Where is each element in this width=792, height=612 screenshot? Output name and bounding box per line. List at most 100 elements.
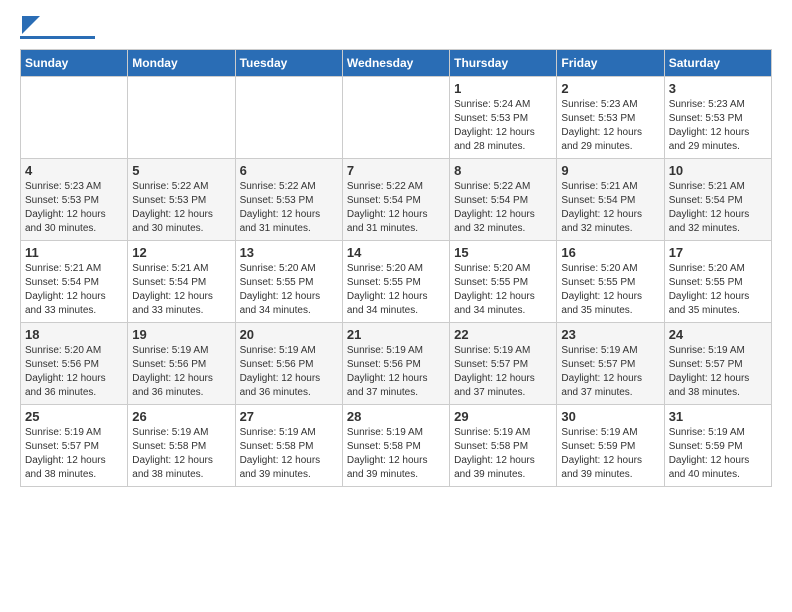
- day-number: 19: [132, 327, 230, 342]
- calendar-cell: 26 Sunrise: 5:19 AM Sunset: 5:58 PM Dayli…: [128, 405, 235, 487]
- calendar-cell: 29 Sunrise: 5:19 AM Sunset: 5:58 PM Dayli…: [450, 405, 557, 487]
- day-info: Sunrise: 5:20 AM Sunset: 5:55 PM Dayligh…: [561, 262, 659, 318]
- day-number: 4: [25, 163, 123, 178]
- day-number: 11: [25, 245, 123, 260]
- calendar-cell: 4 Sunrise: 5:23 AM Sunset: 5:53 PM Daylig…: [21, 159, 128, 241]
- weekday-header-wednesday: Wednesday: [342, 50, 449, 77]
- calendar-cell: 12Sunrise: 5:21 AM Sunset: 5:54 PM Dayli…: [128, 241, 235, 323]
- calendar-cell: 11Sunrise: 5:21 AM Sunset: 5:54 PM Dayli…: [21, 241, 128, 323]
- day-info: Sunrise: 5:21 AM Sunset: 5:54 PM Dayligh…: [669, 180, 767, 236]
- day-info: Sunrise: 5:19 AM Sunset: 5:58 PM Dayligh…: [132, 426, 230, 482]
- day-number: 24: [669, 327, 767, 342]
- calendar-cell: 27 Sunrise: 5:19 AM Sunset: 5:58 PM Dayli…: [235, 405, 342, 487]
- page-header: [20, 20, 772, 39]
- day-info: Sunrise: 5:23 AM Sunset: 5:53 PM Dayligh…: [25, 180, 123, 236]
- weekday-header-thursday: Thursday: [450, 50, 557, 77]
- day-info: Sunrise: 5:21 AM Sunset: 5:54 PM Dayligh…: [561, 180, 659, 236]
- calendar-cell: 3 Sunrise: 5:23 AM Sunset: 5:53 PM Daylig…: [664, 77, 771, 159]
- day-number: 23: [561, 327, 659, 342]
- day-number: 29: [454, 409, 552, 424]
- day-info: Sunrise: 5:19 AM Sunset: 5:59 PM Dayligh…: [561, 426, 659, 482]
- day-number: 7: [347, 163, 445, 178]
- day-number: 5: [132, 163, 230, 178]
- day-info: Sunrise: 5:19 AM Sunset: 5:57 PM Dayligh…: [561, 344, 659, 400]
- day-number: 2: [561, 81, 659, 96]
- day-info: Sunrise: 5:21 AM Sunset: 5:54 PM Dayligh…: [132, 262, 230, 318]
- weekday-header-sunday: Sunday: [21, 50, 128, 77]
- day-info: Sunrise: 5:19 AM Sunset: 5:57 PM Dayligh…: [454, 344, 552, 400]
- calendar-cell: 16 Sunrise: 5:20 AM Sunset: 5:55 PM Dayli…: [557, 241, 664, 323]
- day-number: 16: [561, 245, 659, 260]
- calendar-table: SundayMondayTuesdayWednesdayThursdayFrid…: [20, 49, 772, 487]
- calendar-cell: 13 Sunrise: 5:20 AM Sunset: 5:55 PM Dayli…: [235, 241, 342, 323]
- calendar-cell: 21 Sunrise: 5:19 AM Sunset: 5:56 PM Dayli…: [342, 323, 449, 405]
- day-number: 15: [454, 245, 552, 260]
- day-number: 18: [25, 327, 123, 342]
- day-info: Sunrise: 5:19 AM Sunset: 5:57 PM Dayligh…: [669, 344, 767, 400]
- day-info: Sunrise: 5:19 AM Sunset: 5:58 PM Dayligh…: [240, 426, 338, 482]
- day-number: 14: [347, 245, 445, 260]
- day-info: Sunrise: 5:20 AM Sunset: 5:56 PM Dayligh…: [25, 344, 123, 400]
- calendar-cell: 17 Sunrise: 5:20 AM Sunset: 5:55 PM Dayli…: [664, 241, 771, 323]
- calendar-cell: 10 Sunrise: 5:21 AM Sunset: 5:54 PM Dayli…: [664, 159, 771, 241]
- calendar-cell: 23 Sunrise: 5:19 AM Sunset: 5:57 PM Dayli…: [557, 323, 664, 405]
- day-info: Sunrise: 5:23 AM Sunset: 5:53 PM Dayligh…: [669, 98, 767, 154]
- calendar-cell: 20 Sunrise: 5:19 AM Sunset: 5:56 PM Dayli…: [235, 323, 342, 405]
- day-number: 6: [240, 163, 338, 178]
- weekday-header-saturday: Saturday: [664, 50, 771, 77]
- calendar-cell: 5 Sunrise: 5:22 AM Sunset: 5:53 PM Daylig…: [128, 159, 235, 241]
- weekday-header-tuesday: Tuesday: [235, 50, 342, 77]
- calendar-cell: 31 Sunrise: 5:19 AM Sunset: 5:59 PM Dayli…: [664, 405, 771, 487]
- calendar-cell: [128, 77, 235, 159]
- day-number: 26: [132, 409, 230, 424]
- calendar-cell: 24 Sunrise: 5:19 AM Sunset: 5:57 PM Dayli…: [664, 323, 771, 405]
- day-info: Sunrise: 5:19 AM Sunset: 5:56 PM Dayligh…: [347, 344, 445, 400]
- day-info: Sunrise: 5:22 AM Sunset: 5:53 PM Dayligh…: [132, 180, 230, 236]
- calendar-cell: 1 Sunrise: 5:24 AM Sunset: 5:53 PM Daylig…: [450, 77, 557, 159]
- day-number: 1: [454, 81, 552, 96]
- day-number: 20: [240, 327, 338, 342]
- logo: [20, 20, 95, 39]
- day-info: Sunrise: 5:20 AM Sunset: 5:55 PM Dayligh…: [347, 262, 445, 318]
- calendar-cell: 15 Sunrise: 5:20 AM Sunset: 5:55 PM Dayli…: [450, 241, 557, 323]
- weekday-header-monday: Monday: [128, 50, 235, 77]
- day-info: Sunrise: 5:20 AM Sunset: 5:55 PM Dayligh…: [669, 262, 767, 318]
- day-number: 8: [454, 163, 552, 178]
- day-number: 28: [347, 409, 445, 424]
- calendar-cell: 28 Sunrise: 5:19 AM Sunset: 5:58 PM Dayli…: [342, 405, 449, 487]
- day-number: 21: [347, 327, 445, 342]
- calendar-cell: 6 Sunrise: 5:22 AM Sunset: 5:53 PM Daylig…: [235, 159, 342, 241]
- day-info: Sunrise: 5:19 AM Sunset: 5:56 PM Dayligh…: [132, 344, 230, 400]
- day-number: 30: [561, 409, 659, 424]
- day-number: 31: [669, 409, 767, 424]
- day-info: Sunrise: 5:24 AM Sunset: 5:53 PM Dayligh…: [454, 98, 552, 154]
- day-number: 3: [669, 81, 767, 96]
- day-info: Sunrise: 5:20 AM Sunset: 5:55 PM Dayligh…: [454, 262, 552, 318]
- calendar-cell: 7Sunrise: 5:22 AM Sunset: 5:54 PM Daylig…: [342, 159, 449, 241]
- calendar-cell: 9 Sunrise: 5:21 AM Sunset: 5:54 PM Daylig…: [557, 159, 664, 241]
- day-info: Sunrise: 5:19 AM Sunset: 5:58 PM Dayligh…: [454, 426, 552, 482]
- day-info: Sunrise: 5:20 AM Sunset: 5:55 PM Dayligh…: [240, 262, 338, 318]
- day-info: Sunrise: 5:19 AM Sunset: 5:58 PM Dayligh…: [347, 426, 445, 482]
- day-info: Sunrise: 5:19 AM Sunset: 5:59 PM Dayligh…: [669, 426, 767, 482]
- day-number: 22: [454, 327, 552, 342]
- calendar-cell: 25Sunrise: 5:19 AM Sunset: 5:57 PM Dayli…: [21, 405, 128, 487]
- day-number: 10: [669, 163, 767, 178]
- calendar-cell: 30 Sunrise: 5:19 AM Sunset: 5:59 PM Dayli…: [557, 405, 664, 487]
- day-number: 17: [669, 245, 767, 260]
- day-number: 13: [240, 245, 338, 260]
- day-info: Sunrise: 5:19 AM Sunset: 5:56 PM Dayligh…: [240, 344, 338, 400]
- weekday-header-friday: Friday: [557, 50, 664, 77]
- calendar-cell: [235, 77, 342, 159]
- day-info: Sunrise: 5:23 AM Sunset: 5:53 PM Dayligh…: [561, 98, 659, 154]
- calendar-cell: 2 Sunrise: 5:23 AM Sunset: 5:53 PM Daylig…: [557, 77, 664, 159]
- day-info: Sunrise: 5:19 AM Sunset: 5:57 PM Dayligh…: [25, 426, 123, 482]
- day-number: 27: [240, 409, 338, 424]
- calendar-header: SundayMondayTuesdayWednesdayThursdayFrid…: [21, 50, 772, 77]
- day-info: Sunrise: 5:22 AM Sunset: 5:54 PM Dayligh…: [454, 180, 552, 236]
- calendar-cell: 8 Sunrise: 5:22 AM Sunset: 5:54 PM Daylig…: [450, 159, 557, 241]
- day-info: Sunrise: 5:22 AM Sunset: 5:53 PM Dayligh…: [240, 180, 338, 236]
- day-number: 9: [561, 163, 659, 178]
- calendar-cell: 22 Sunrise: 5:19 AM Sunset: 5:57 PM Dayli…: [450, 323, 557, 405]
- calendar-cell: [342, 77, 449, 159]
